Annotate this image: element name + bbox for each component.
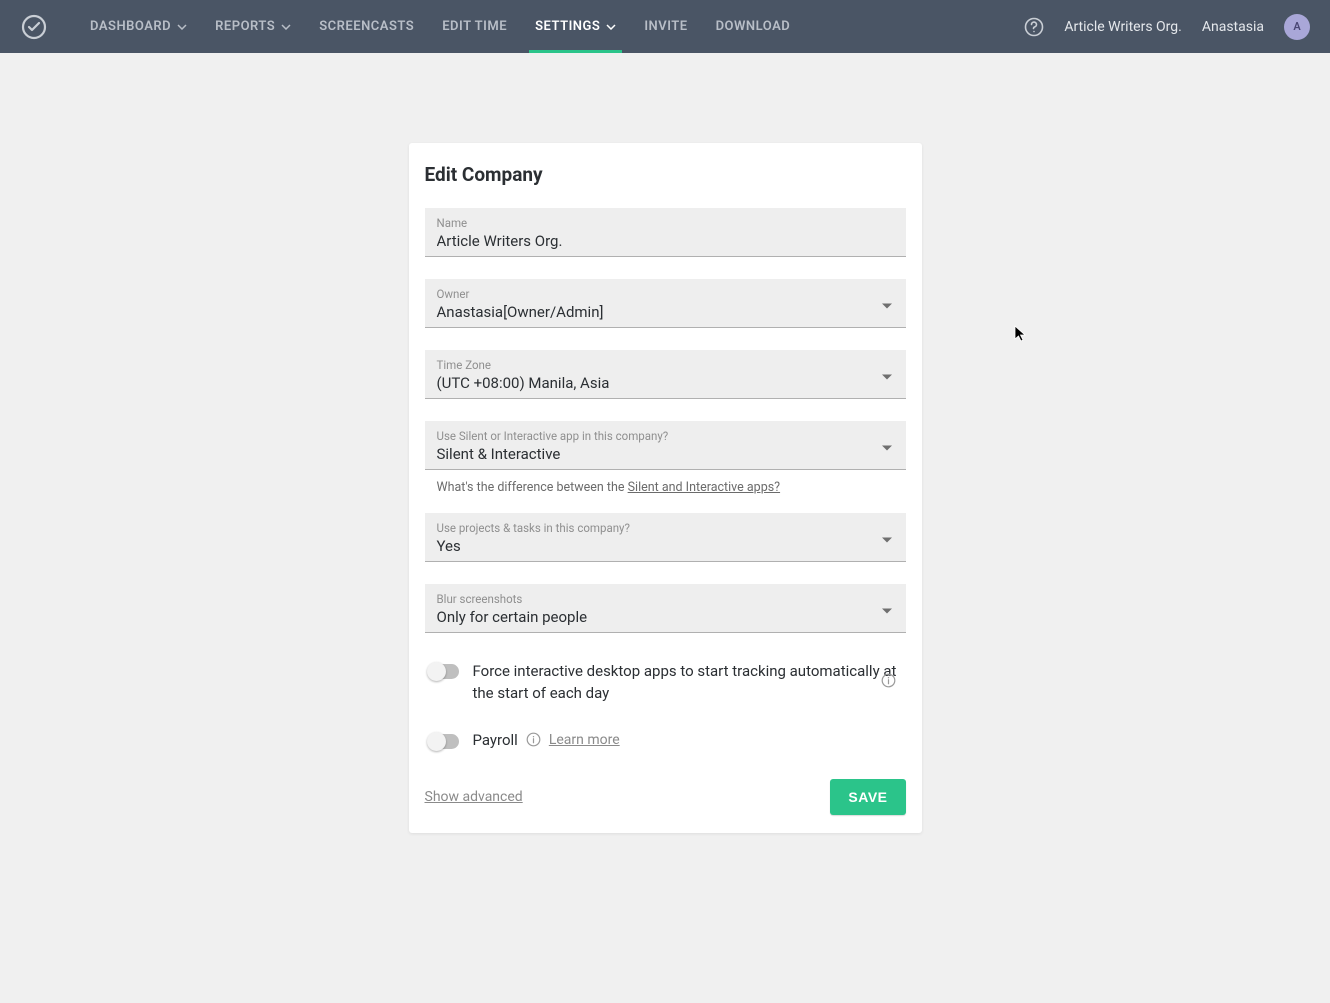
- field-label: Use Silent or Interactive app in this co…: [437, 429, 894, 443]
- nav-label: SETTINGS: [535, 19, 600, 34]
- nav-screencasts[interactable]: SCREENCASTS: [305, 0, 428, 53]
- nav-dashboard[interactable]: DASHBOARD: [76, 0, 201, 53]
- nav-settings[interactable]: SETTINGS: [521, 0, 630, 53]
- blur-select-value: Only for certain people: [437, 608, 894, 626]
- edit-company-card: Edit Company Name Owner Anastasia[Owner/…: [409, 143, 922, 833]
- helper-text: What's the difference between the Silent…: [425, 480, 906, 495]
- nav-invite[interactable]: INVITE: [630, 0, 701, 53]
- owner-field[interactable]: Owner Anastasia[Owner/Admin]: [425, 279, 906, 328]
- timezone-select-value: (UTC +08:00) Manila, Asia: [437, 374, 894, 392]
- nav-edit-time[interactable]: EDIT TIME: [428, 0, 521, 53]
- nav-label: EDIT TIME: [442, 19, 507, 34]
- nav-label: DOWNLOAD: [716, 19, 791, 34]
- save-button[interactable]: SAVE: [830, 779, 905, 815]
- app-logo-icon[interactable]: [20, 13, 48, 41]
- field-label: Owner: [437, 287, 894, 301]
- avatar[interactable]: A: [1284, 14, 1310, 40]
- field-label: Time Zone: [437, 358, 894, 372]
- nav-label: SCREENCASTS: [319, 19, 414, 34]
- org-name[interactable]: Article Writers Org.: [1064, 19, 1182, 35]
- toggle-label: Force interactive desktop apps to start …: [473, 661, 902, 705]
- owner-select-value: Anastasia[Owner/Admin]: [437, 303, 894, 321]
- info-icon[interactable]: [881, 673, 896, 688]
- user-name[interactable]: Anastasia: [1202, 19, 1264, 35]
- nav-label: INVITE: [644, 19, 687, 34]
- projects-field[interactable]: Use projects & tasks in this company? Ye…: [425, 513, 906, 562]
- force-tracking-row: Force interactive desktop apps to start …: [425, 655, 906, 711]
- payroll-row: Payroll Learn more: [425, 729, 906, 751]
- payroll-label: Payroll: [473, 731, 518, 749]
- field-label: Use projects & tasks in this company?: [437, 521, 894, 535]
- name-field[interactable]: Name: [425, 208, 906, 257]
- show-advanced-link[interactable]: Show advanced: [425, 789, 523, 805]
- card-title: Edit Company: [425, 163, 906, 186]
- apptype-field[interactable]: Use Silent or Interactive app in this co…: [425, 421, 906, 470]
- timezone-field[interactable]: Time Zone (UTC +08:00) Manila, Asia: [425, 350, 906, 399]
- chevron-down-icon: [281, 19, 291, 34]
- helper-link[interactable]: Silent and Interactive apps?: [628, 480, 780, 495]
- payroll-toggle[interactable]: [429, 734, 459, 749]
- chevron-down-icon: [606, 19, 616, 34]
- projects-select-value: Yes: [437, 537, 894, 555]
- chevron-down-icon: [177, 19, 187, 34]
- learn-more-link[interactable]: Learn more: [549, 732, 620, 748]
- info-icon[interactable]: [526, 732, 541, 747]
- field-label: Blur screenshots: [437, 592, 894, 606]
- help-icon[interactable]: [1024, 17, 1044, 37]
- nav-reports[interactable]: REPORTS: [201, 0, 305, 53]
- name-input[interactable]: [437, 232, 894, 250]
- apptype-select-value: Silent & Interactive: [437, 445, 894, 463]
- top-nav: DASHBOARD REPORTS SCREENCASTS EDIT TIME …: [0, 0, 1330, 53]
- nav-download[interactable]: DOWNLOAD: [702, 0, 805, 53]
- field-label: Name: [437, 216, 894, 230]
- force-tracking-toggle[interactable]: [429, 664, 459, 679]
- nav-label: DASHBOARD: [90, 19, 171, 34]
- blur-field[interactable]: Blur screenshots Only for certain people: [425, 584, 906, 633]
- nav-label: REPORTS: [215, 19, 275, 34]
